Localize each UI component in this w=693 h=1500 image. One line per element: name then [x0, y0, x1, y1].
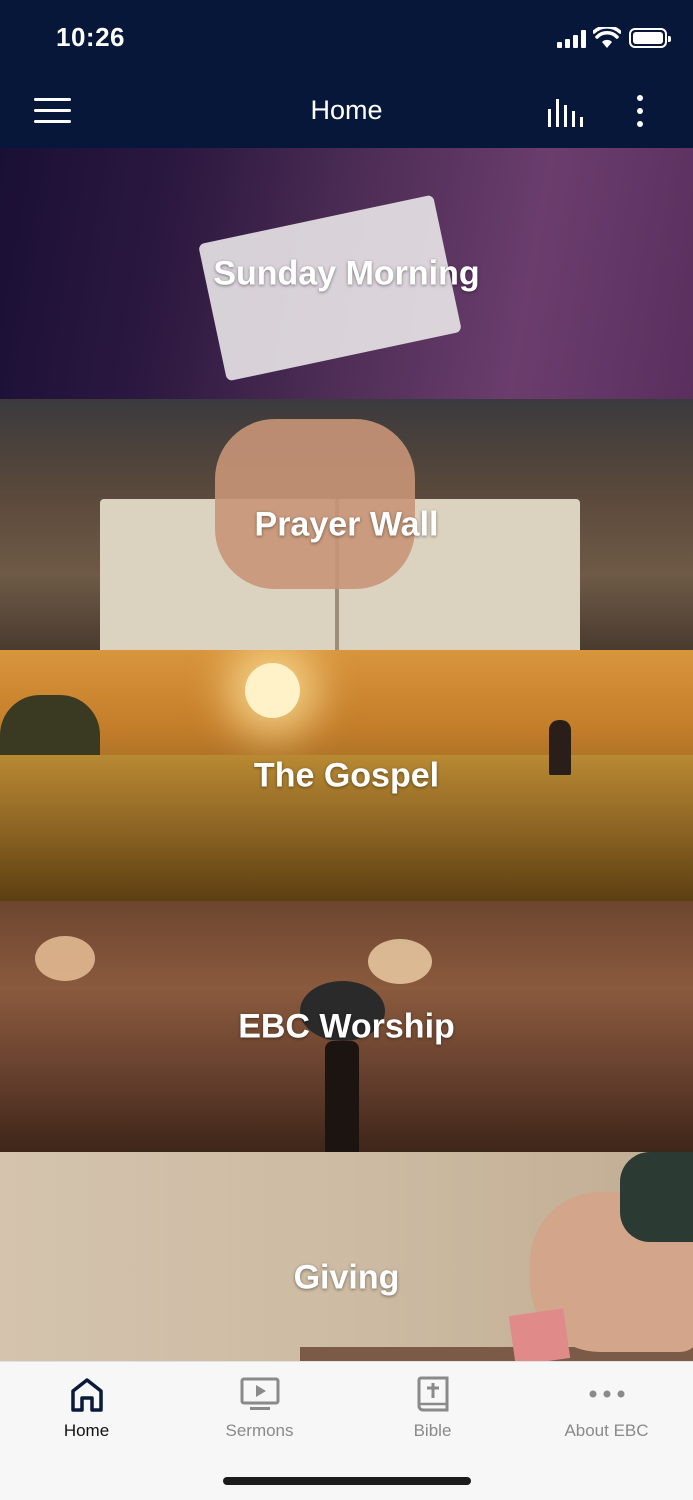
- tab-label: About EBC: [564, 1421, 649, 1440]
- home-icon: [70, 1378, 103, 1412]
- cellular-signal-icon: [557, 30, 587, 48]
- tab-bible[interactable]: Bible: [346, 1362, 519, 1462]
- tile-label: The Gospel: [253, 756, 440, 794]
- app-header: 10:26 Home: [0, 0, 693, 148]
- tile-prayer-wall[interactable]: Prayer Wall: [0, 399, 693, 650]
- tab-label: Sermons: [225, 1421, 294, 1440]
- tile-giving[interactable]: Giving: [0, 1152, 693, 1361]
- status-time: 10:26: [56, 22, 125, 52]
- wifi-icon: [593, 27, 621, 48]
- tile-the-gospel[interactable]: The Gospel: [0, 650, 693, 901]
- bible-icon: [417, 1376, 448, 1412]
- page-title: Home: [310, 95, 383, 125]
- tile-label: Prayer Wall: [254, 505, 439, 543]
- banknote-image: [508, 1308, 571, 1361]
- audio-bars-icon[interactable]: [545, 97, 587, 127]
- tab-about-ebc[interactable]: About EBC: [520, 1362, 693, 1462]
- praying-hands-image: [215, 419, 415, 589]
- home-indicator[interactable]: [223, 1477, 471, 1485]
- mic-stand-image: [325, 1041, 359, 1152]
- tile-ebc-worship[interactable]: EBC Worship: [0, 901, 693, 1152]
- tree-image: [0, 695, 100, 755]
- battery-icon: [629, 28, 671, 48]
- tile-label: Giving: [293, 1258, 400, 1296]
- tab-home[interactable]: Home: [0, 1362, 173, 1462]
- tile-sunday-morning[interactable]: Sunday Morning: [0, 148, 693, 399]
- tab-label: Home: [63, 1421, 110, 1440]
- tile-label: Sunday Morning: [213, 254, 480, 292]
- sun-image: [245, 663, 300, 718]
- home-tiles: Sunday Morning Prayer Wall The Gospel EB…: [0, 148, 693, 1361]
- sleeve-image: [620, 1152, 693, 1242]
- tab-sermons[interactable]: Sermons: [173, 1362, 346, 1462]
- bokeh-light: [35, 936, 95, 981]
- video-play-icon: [240, 1377, 279, 1410]
- more-options-icon[interactable]: [630, 93, 650, 129]
- tab-label: Bible: [413, 1421, 452, 1440]
- bokeh-light: [368, 939, 432, 984]
- tile-label: EBC Worship: [238, 1007, 455, 1045]
- ellipsis-icon: [589, 1390, 624, 1398]
